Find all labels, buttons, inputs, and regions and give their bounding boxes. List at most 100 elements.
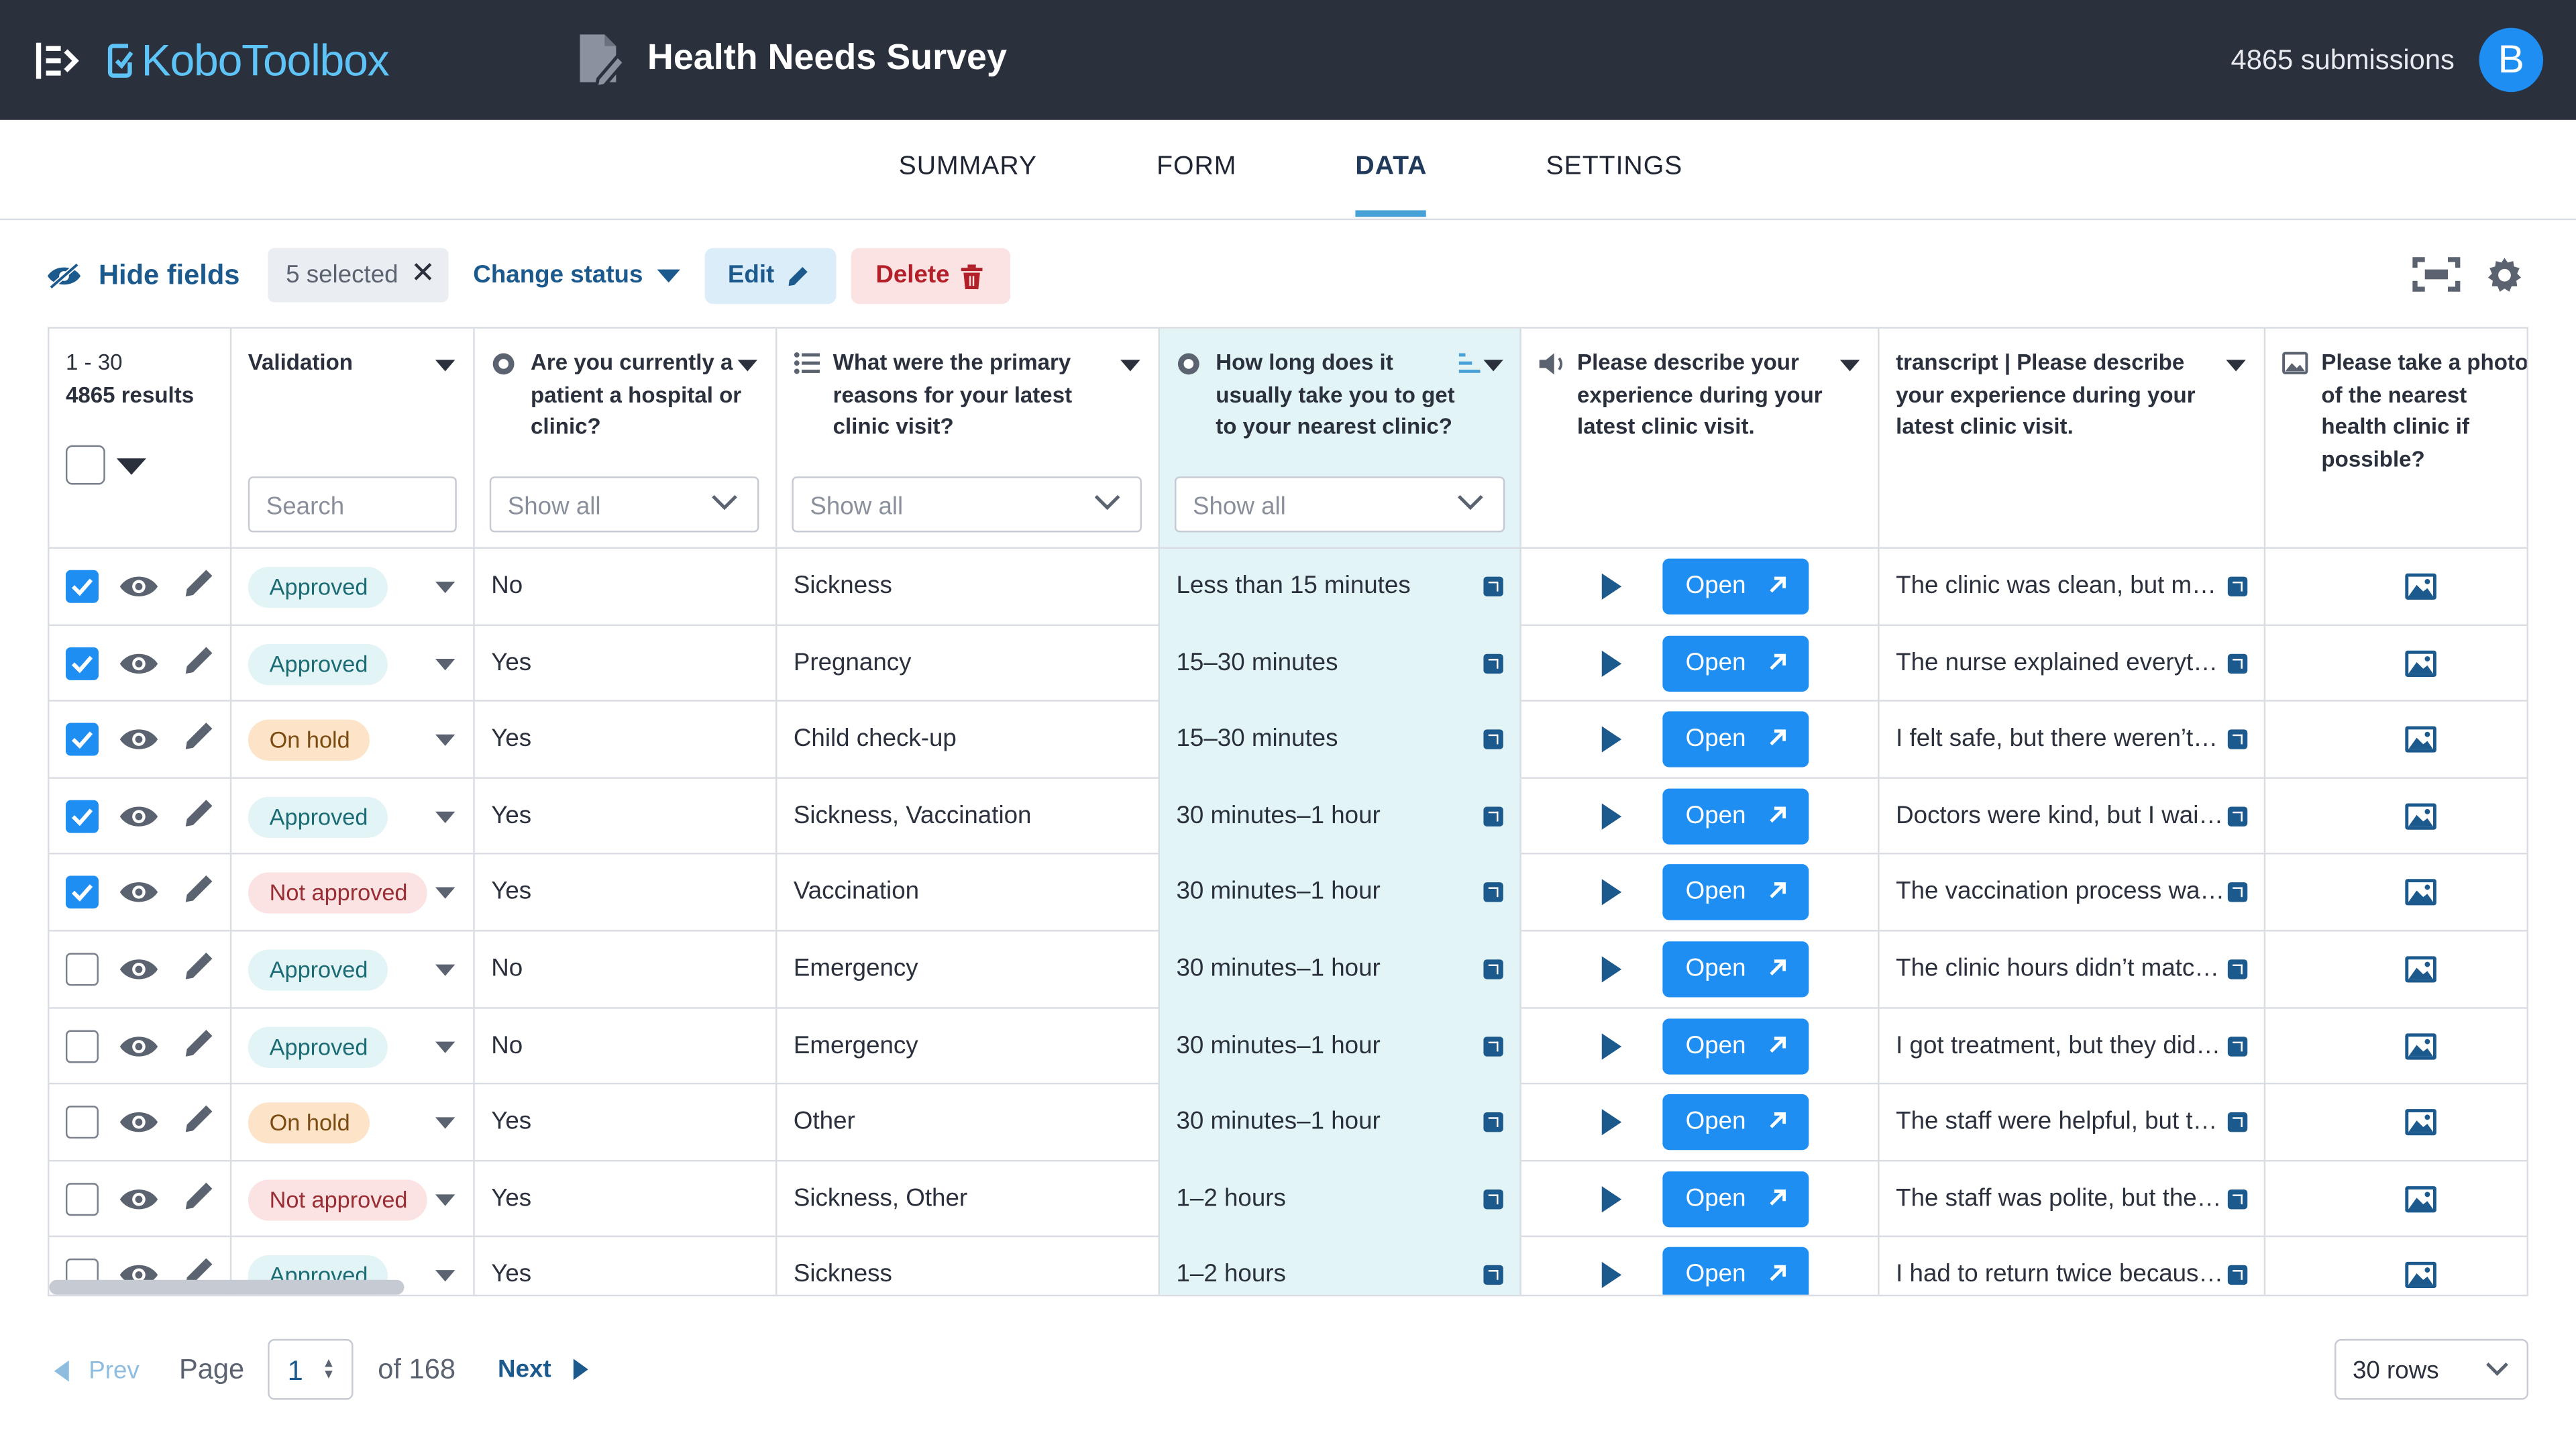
view-eye-icon[interactable] [118, 1186, 159, 1212]
validation-search-input[interactable]: Search [248, 476, 457, 533]
expand-cell-icon[interactable] [2227, 883, 2248, 903]
photo-icon[interactable] [2404, 955, 2438, 984]
view-eye-icon[interactable] [118, 803, 159, 829]
play-audio-icon[interactable] [1601, 1262, 1622, 1289]
validation-dropdown-caret[interactable] [435, 888, 455, 900]
expand-cell-icon[interactable] [2227, 1112, 2248, 1132]
photo-icon[interactable] [2404, 1261, 2438, 1290]
validation-dropdown-caret[interactable] [435, 581, 455, 594]
delete-button[interactable]: Delete [851, 248, 1011, 305]
horizontal-scrollbar[interactable] [49, 1279, 405, 1295]
view-eye-icon[interactable] [118, 574, 159, 600]
play-audio-icon[interactable] [1601, 956, 1622, 983]
validation-dropdown-caret[interactable] [435, 811, 455, 823]
open-audio-button[interactable]: Open [1662, 1247, 1809, 1295]
edit-pencil-icon[interactable] [182, 1181, 214, 1212]
expand-cell-icon[interactable] [1483, 1112, 1503, 1132]
hide-fields-button[interactable]: Hide fields [46, 260, 240, 293]
edit-pencil-icon[interactable] [182, 1104, 214, 1136]
edit-pencil-icon[interactable] [182, 645, 214, 676]
row-checkbox[interactable] [65, 570, 99, 603]
expand-cell-icon[interactable] [1483, 1189, 1503, 1209]
row-checkbox[interactable] [65, 1106, 99, 1139]
play-audio-icon[interactable] [1601, 1032, 1622, 1059]
page-stepper-icon[interactable]: ▲ ▼ [322, 1357, 335, 1381]
expand-cell-icon[interactable] [2227, 806, 2248, 827]
open-audio-button[interactable]: Open [1662, 711, 1809, 768]
select-all-checkbox[interactable] [65, 445, 105, 485]
open-audio-button[interactable]: Open [1662, 941, 1809, 998]
edit-pencil-icon[interactable] [182, 1028, 214, 1059]
edit-pencil-icon[interactable] [182, 875, 214, 906]
clear-selection-icon[interactable]: ✕ [411, 256, 435, 290]
validation-dropdown-caret[interactable] [435, 1041, 455, 1053]
column-menu-caret[interactable] [1839, 360, 1860, 372]
view-eye-icon[interactable] [118, 650, 159, 676]
expand-cell-icon[interactable] [1483, 883, 1503, 903]
expand-cell-icon[interactable] [1483, 576, 1503, 596]
prev-page-button[interactable]: Prev [54, 1357, 140, 1385]
row-checkbox[interactable] [65, 876, 99, 910]
expand-cell-icon[interactable] [1483, 1036, 1503, 1056]
next-page-button[interactable]: Next [498, 1355, 588, 1383]
validation-dropdown-caret[interactable] [435, 658, 455, 670]
row-checkbox[interactable] [65, 1182, 99, 1216]
view-eye-icon[interactable] [118, 956, 159, 982]
expand-cell-icon[interactable] [1483, 1265, 1503, 1286]
open-audio-button[interactable]: Open [1662, 865, 1809, 921]
expand-cell-icon[interactable] [1483, 959, 1503, 979]
validation-dropdown-caret[interactable] [435, 1271, 455, 1283]
expand-cell-icon[interactable] [1483, 729, 1503, 750]
change-status-button[interactable]: Change status [473, 261, 681, 289]
photo-icon[interactable] [2404, 1031, 2438, 1061]
validation-dropdown-caret[interactable] [435, 964, 455, 976]
open-audio-button[interactable]: Open [1662, 788, 1809, 845]
view-eye-icon[interactable] [118, 1110, 159, 1136]
page-number-input[interactable]: 1 ▲ ▼ [268, 1338, 354, 1400]
fullscreen-icon[interactable] [2412, 256, 2461, 293]
open-audio-button[interactable]: Open [1662, 1094, 1809, 1151]
expand-cell-icon[interactable] [2227, 576, 2248, 596]
tab-data[interactable]: DATA [1355, 153, 1427, 182]
reasons-filter-select[interactable]: Show all [792, 476, 1142, 533]
expand-cell-icon[interactable] [2227, 653, 2248, 674]
photo-icon[interactable] [2404, 725, 2438, 754]
expand-cell-icon[interactable] [1483, 806, 1503, 827]
play-audio-icon[interactable] [1601, 649, 1622, 676]
photo-icon[interactable] [2404, 1108, 2438, 1137]
expand-cell-icon[interactable] [2227, 1265, 2248, 1286]
row-checkbox[interactable] [65, 800, 99, 833]
play-audio-icon[interactable] [1601, 726, 1622, 753]
validation-dropdown-caret[interactable] [435, 735, 455, 747]
column-menu-caret[interactable] [737, 360, 757, 372]
edit-pencil-icon[interactable] [182, 568, 214, 600]
open-audio-button[interactable]: Open [1662, 1171, 1809, 1227]
column-menu-caret[interactable] [1120, 360, 1140, 372]
view-eye-icon[interactable] [118, 880, 159, 906]
row-checkbox[interactable] [65, 1029, 99, 1063]
edit-pencil-icon[interactable] [182, 951, 214, 983]
sort-ascending-icon[interactable] [1458, 353, 1482, 373]
column-menu-caret[interactable] [435, 360, 455, 372]
kobotoolbox-logo[interactable]: KoboToolbox [105, 33, 390, 89]
validation-dropdown-caret[interactable] [435, 1193, 455, 1206]
row-checkbox[interactable] [65, 723, 99, 756]
edit-pencil-icon[interactable] [182, 722, 214, 753]
expand-cell-icon[interactable] [2227, 959, 2248, 979]
avatar[interactable]: B [2479, 28, 2544, 93]
validation-dropdown-caret[interactable] [435, 1117, 455, 1129]
play-audio-icon[interactable] [1601, 573, 1622, 600]
open-audio-button[interactable]: Open [1662, 558, 1809, 615]
travel-time-filter-select[interactable]: Show all [1175, 476, 1505, 533]
photo-icon[interactable] [2404, 802, 2438, 831]
select-options-caret[interactable] [116, 458, 146, 475]
view-eye-icon[interactable] [118, 1032, 159, 1059]
edit-button[interactable]: Edit [704, 248, 837, 305]
play-audio-icon[interactable] [1601, 880, 1622, 906]
photo-icon[interactable] [2404, 878, 2438, 908]
column-menu-caret[interactable] [2226, 360, 2246, 372]
play-audio-icon[interactable] [1601, 1109, 1622, 1136]
menu-collapse-icon[interactable] [33, 40, 79, 83]
tab-summary[interactable]: SUMMARY [899, 153, 1037, 182]
play-audio-icon[interactable] [1601, 803, 1622, 830]
